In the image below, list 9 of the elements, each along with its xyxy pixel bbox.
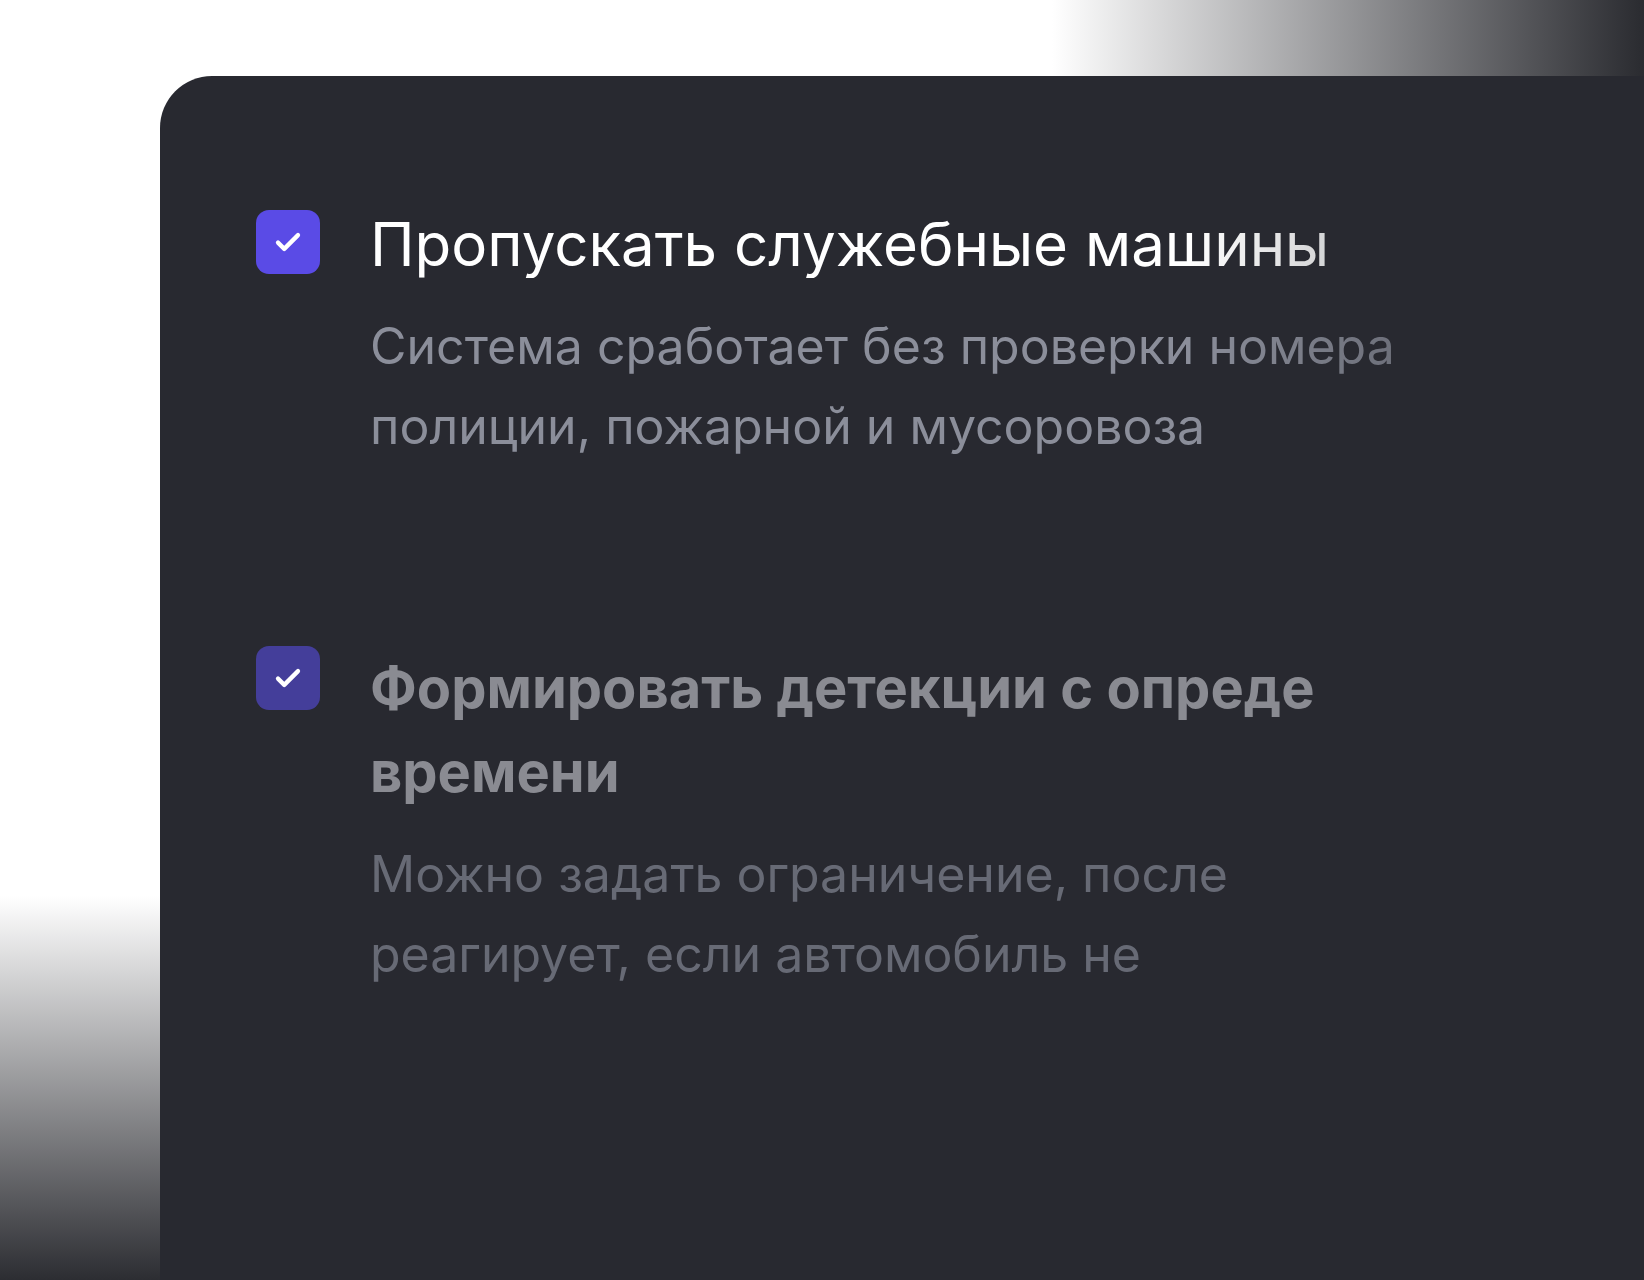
option-title: времени	[370, 737, 621, 808]
option-title: Пропускать служебные машины	[370, 210, 1331, 278]
checkbox[interactable]	[256, 646, 320, 710]
option-description: Можно задать ограничение, после	[370, 843, 1229, 906]
option-title: Формировать детекции с опреде	[370, 653, 1315, 724]
option-description: полиции, пожарной и мусоровоза	[370, 395, 1207, 458]
option-description: реагирует, если автомобиль не	[370, 923, 1143, 986]
option-description: Система сработает без проверки номера	[370, 315, 1395, 378]
checkbox[interactable]	[256, 210, 320, 274]
